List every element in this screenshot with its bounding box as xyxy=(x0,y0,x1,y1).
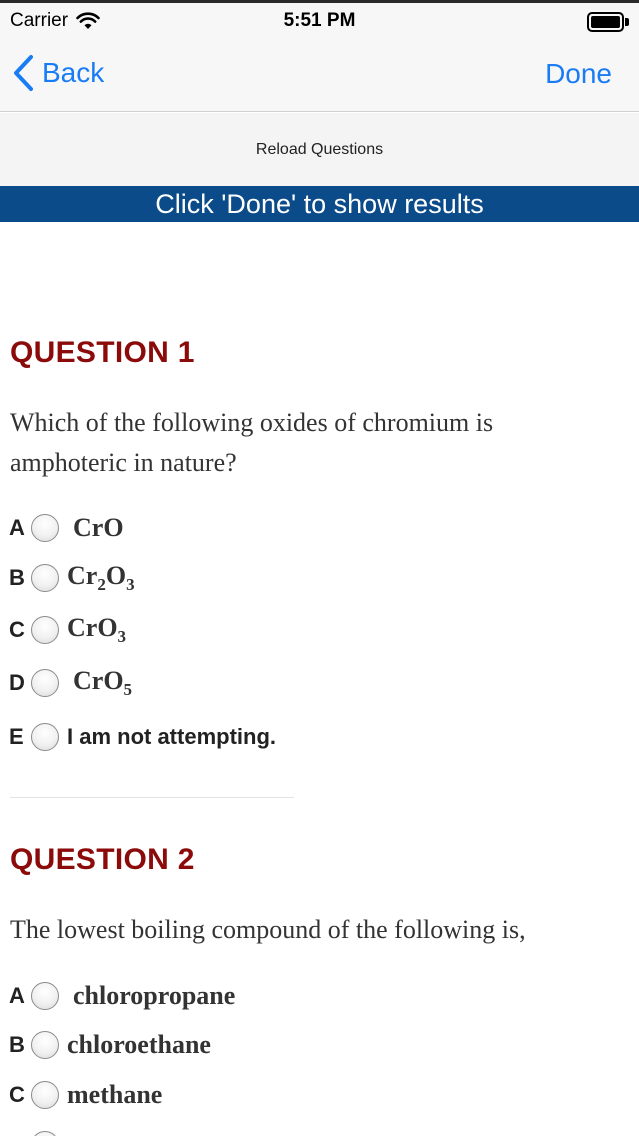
question-1-text: Which of the following oxides of chromiu… xyxy=(10,408,494,477)
navigation-bar: Back Done xyxy=(0,40,639,112)
questions-list: QUESTION 1 Which of the following oxides… xyxy=(0,222,639,1136)
question-2-option-d-partial[interactable] xyxy=(9,1127,67,1136)
back-label: Back xyxy=(42,57,105,88)
option-text: chloropropane xyxy=(73,981,236,1010)
option-text: CrO xyxy=(73,513,124,542)
option-letter: D xyxy=(9,670,25,695)
radio-button[interactable] xyxy=(31,982,59,1010)
option-letter: B xyxy=(9,565,25,590)
question-2-option-a[interactable]: A chloropropane xyxy=(9,978,235,1014)
radio-button[interactable] xyxy=(31,723,59,751)
chevron-left-icon xyxy=(14,55,33,91)
question-1-option-d[interactable]: D CrO5 xyxy=(9,665,132,701)
option-text: chloroethane xyxy=(67,1030,211,1059)
option-letter: B xyxy=(9,1032,25,1057)
back-button[interactable]: Back xyxy=(12,54,104,92)
done-button[interactable]: Done xyxy=(545,58,612,90)
question-1-option-b[interactable]: B Cr2O3 xyxy=(9,560,135,596)
option-text: Cr2O3 xyxy=(67,561,135,594)
radio-button[interactable] xyxy=(31,564,59,592)
status-bar: Carrier 5:51 PM xyxy=(0,0,639,40)
battery-icon xyxy=(587,12,629,32)
reload-questions-button[interactable]: Reload Questions xyxy=(256,141,383,159)
radio-button[interactable] xyxy=(31,1081,59,1109)
question-1-option-e[interactable]: E I am not attempting. xyxy=(9,719,276,755)
option-letter: C xyxy=(9,1082,25,1107)
option-letter: C xyxy=(9,617,25,642)
reload-bar: Reload Questions xyxy=(0,113,639,186)
option-text: I am not attempting. xyxy=(67,724,276,749)
radio-button[interactable] xyxy=(31,514,59,542)
question-2-option-c[interactable]: C methane xyxy=(9,1077,162,1113)
radio-button[interactable] xyxy=(31,669,59,697)
radio-button[interactable] xyxy=(31,1031,59,1059)
results-banner: Click 'Done' to show results xyxy=(0,186,639,222)
option-letter: E xyxy=(9,724,24,749)
question-2-title: QUESTION 2 xyxy=(10,843,195,876)
question-divider xyxy=(10,797,294,798)
option-letter: A xyxy=(9,983,25,1008)
option-letter: A xyxy=(9,515,25,540)
option-text: CrO5 xyxy=(73,666,133,699)
radio-button[interactable] xyxy=(31,616,59,644)
option-text: CrO3 xyxy=(67,613,127,646)
status-time: 5:51 PM xyxy=(283,10,356,31)
question-2-text: The lowest boiling compound of the follo… xyxy=(10,915,526,944)
radio-button[interactable] xyxy=(31,1131,59,1136)
option-text: methane xyxy=(67,1080,163,1109)
question-1-option-c[interactable]: C CrO3 xyxy=(9,612,126,648)
question-1-option-a[interactable]: A CrO xyxy=(9,510,124,546)
question-2-option-b[interactable]: B chloroethane xyxy=(9,1027,211,1063)
question-1-title: QUESTION 1 xyxy=(10,336,195,369)
